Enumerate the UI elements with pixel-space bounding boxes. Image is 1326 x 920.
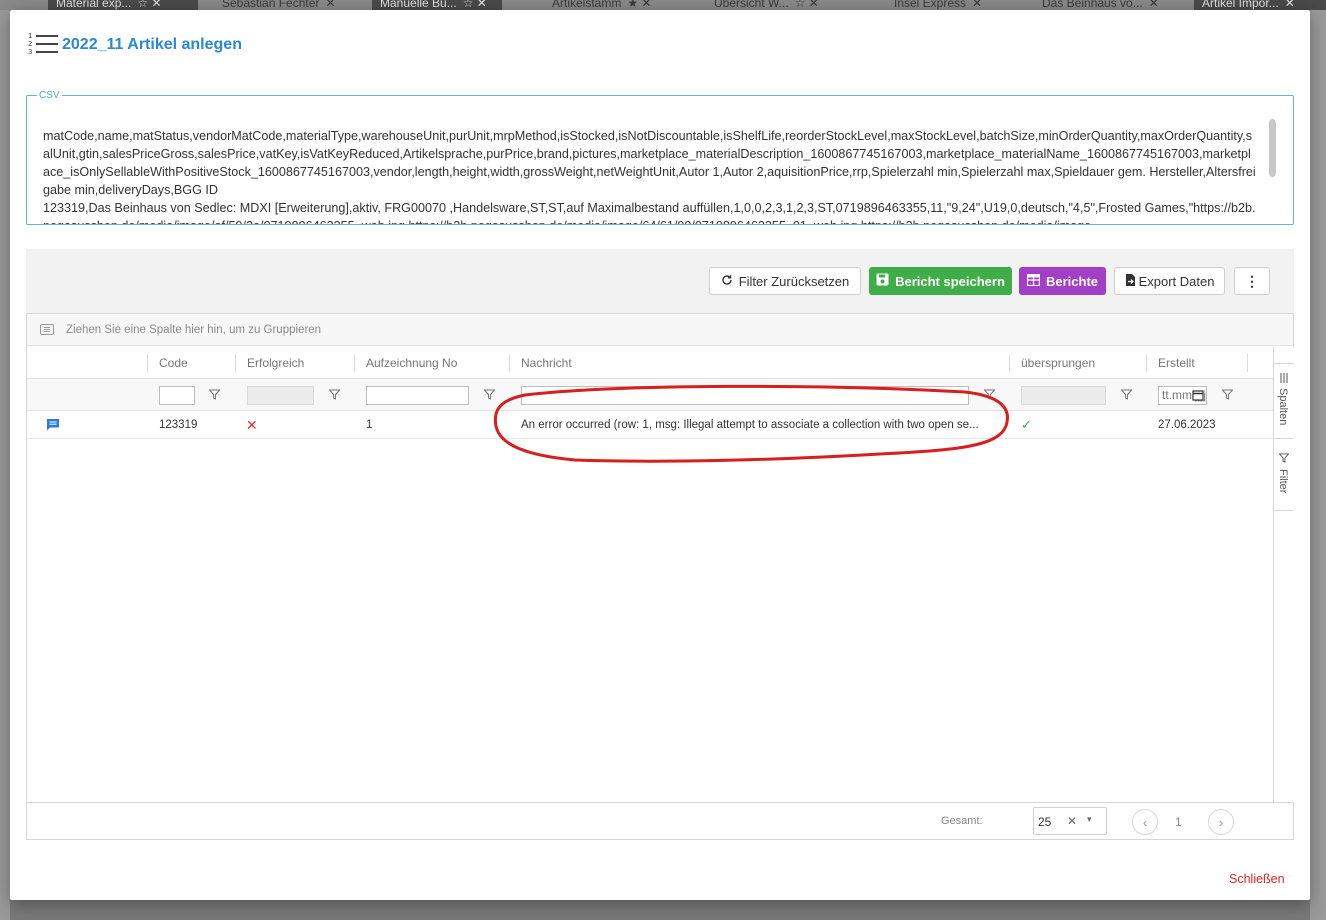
cell-message: An error occurred (row: 1, msg: Illegal … [521,419,979,431]
background-tab[interactable]: Manuelle Bu... ☆ ✕ [372,0,502,10]
csv-scrollbar[interactable] [1269,119,1276,177]
background-tab-strip: Material exp... ☆ ✕ Sebastian Fechter ✕ Ma… [0,0,1326,10]
more-options-button[interactable]: ⋮ [1234,267,1270,295]
table-icon [1026,273,1041,289]
code-filter-input[interactable] [159,386,195,405]
columns-side-tab[interactable]: Spalten [1274,363,1294,439]
funnel-icon[interactable] [984,389,995,400]
group-hint: Ziehen Sie eine Spalte hier hin, um zu G… [66,323,322,336]
background-tab[interactable]: Material exp... ☆ ✕ [48,0,198,10]
background-sidebar [0,10,10,920]
save-report-button[interactable]: Bericht speichern [869,267,1012,295]
grid-toolbar: Filter Zurücksetzen Bericht speichern Be… [26,249,1294,313]
column-header-record-no[interactable]: Aufzeichnung No [354,347,457,379]
skipped-filter-input [1021,386,1106,405]
modal-title: 2022_11 Artikel anlegen [62,36,242,53]
chevron-left-icon: ‹ [1142,814,1148,830]
group-panel[interactable]: Ziehen Sie eine Spalte hier hin, um zu G… [27,314,1293,346]
side-tool-panel: Spalten Filter [1273,347,1294,802]
funnel-icon [1279,453,1289,463]
grid-header-row: Code Erfolgreich Aufzeichnung No Nachric… [27,347,1273,379]
filter-side-tab[interactable]: Filter [1274,439,1294,511]
success-filter-input [247,386,314,405]
previous-page-button[interactable]: ‹ [1132,809,1158,835]
csv-label: CSV [37,90,62,101]
import-modal: 1 2 3 2022_11 Artikel anlegen CSV matCod… [10,10,1310,900]
funnel-icon[interactable] [1121,389,1132,400]
vertical-dots-icon: ⋮ [1245,273,1259,289]
grid-pager: Gesamt: 25 ✕ ▾ ‹ 1 › [27,802,1293,839]
message-filter-input[interactable] [521,386,969,405]
record-no-filter-input[interactable] [366,386,469,405]
funnel-icon[interactable] [1222,389,1233,400]
cell-code: 123319 [159,419,198,431]
cell-created: 27.06.2023 [1158,419,1216,431]
column-header-message[interactable]: Nachricht [509,347,572,379]
funnel-icon[interactable] [209,389,220,400]
modal-header: 1 2 3 2022_11 Artikel anlegen [28,32,242,58]
calendar-icon[interactable] [1192,389,1204,401]
columns-icon [1280,373,1288,383]
message-detail-icon[interactable] [46,418,60,431]
table-row[interactable]: 123319 ✕ 1 An error occurred (row: 1, ms… [27,411,1273,439]
close-button[interactable]: Schließen [1229,872,1285,886]
csv-content[interactable]: matCode,name,matStatus,vendorMatCode,mat… [43,127,1257,224]
group-icon [40,324,54,335]
background-tab[interactable]: Artikel Impor... ✕ [1194,0,1326,10]
funnel-icon[interactable] [329,389,340,400]
background-right [1310,10,1326,920]
export-data-button[interactable]: Export Daten [1114,267,1225,295]
cell-record-no: 1 [366,419,373,431]
current-page: 1 [1175,815,1182,829]
cell-success-error-icon: ✕ [246,416,258,433]
chevron-right-icon: › [1218,814,1224,830]
result-grid: Ziehen Sie eine Spalte hier hin, um zu G… [26,313,1294,840]
reset-filter-button[interactable]: Filter Zurücksetzen [709,267,861,295]
grid-filter-row: tt.mm.jjjj [27,379,1273,411]
column-header-code[interactable]: Code [147,347,188,379]
refresh-icon [721,274,733,289]
csv-textarea[interactable]: CSV matCode,name,matStatus,vendorMatCode… [26,90,1294,225]
total-label: Gesamt: [941,815,983,827]
background-tab[interactable]: Sebastian Fechter ✕ [214,0,364,10]
page-size-select[interactable]: 25 ✕ ▾ [1033,807,1107,835]
background-tab[interactable]: Übersicht W... ☆ ✕ [706,0,846,10]
column-header-success[interactable]: Erfolgreich [235,347,304,379]
background-tab[interactable]: Das Beinhaus vo... ✕ [1034,0,1184,10]
caret-down-icon[interactable]: ▾ [1087,814,1092,825]
floppy-disk-icon [876,273,889,289]
column-header-created[interactable]: Erstellt [1146,347,1195,379]
column-header-skipped[interactable]: übersprungen [1009,347,1095,379]
background-tab[interactable]: Artikelstamm ★ ✕ [544,0,684,10]
background-tab[interactable]: Insel Express ✕ [886,0,1016,10]
reports-button[interactable]: Berichte [1019,267,1106,295]
cell-skipped-check-icon: ✓ [1021,417,1032,432]
numbered-list-icon: 1 2 3 [28,32,60,58]
funnel-icon[interactable] [484,389,495,400]
file-export-icon [1125,273,1136,290]
clear-icon[interactable]: ✕ [1067,814,1077,828]
next-page-button[interactable]: › [1208,809,1234,835]
